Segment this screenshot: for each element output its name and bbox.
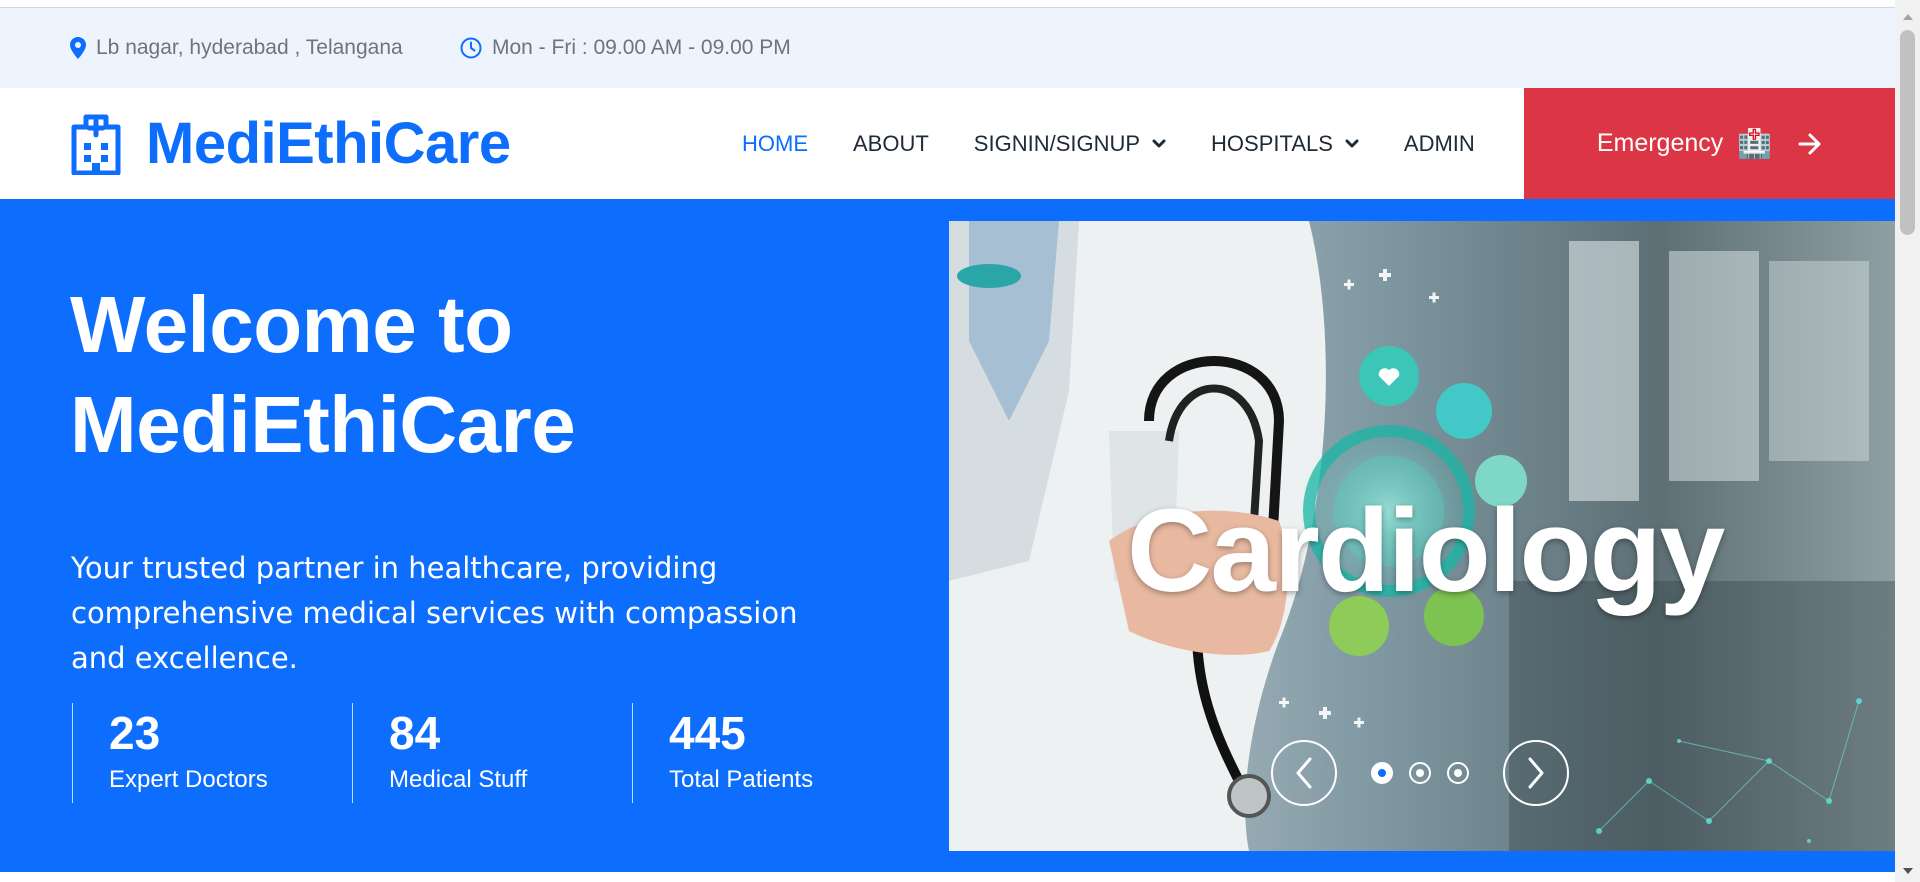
carousel-prev-button[interactable] <box>1271 740 1337 806</box>
nav-item-label: SIGNIN/SIGNUP <box>973 130 1141 156</box>
stat-medical-stuff: 84 Medical Stuff <box>352 703 632 803</box>
nav-item-hospitals[interactable]: HOSPITALS <box>1211 131 1359 157</box>
chevron-down-icon <box>1152 139 1166 147</box>
hero-title-line-1: Welcome to <box>70 280 513 369</box>
stat-value: 23 <box>109 707 161 759</box>
hours-text: Mon - Fri : 09.00 AM - 09.00 PM <box>492 36 791 59</box>
stat-value: 445 <box>669 707 746 759</box>
nav-item-label: ABOUT <box>853 130 929 156</box>
emergency-button[interactable]: Emergency 🏥 <box>1524 88 1895 199</box>
nav-menu: HOME ABOUT SIGNIN/SIGNUP HOSPITALS ADMIN <box>742 88 1520 199</box>
carousel-indicators <box>1371 762 1485 784</box>
chevron-left-icon <box>1296 757 1312 789</box>
page-scrollbar[interactable] <box>1895 0 1920 882</box>
hero-section: Welcome to MediEthiCare Your trusted par… <box>0 199 1895 872</box>
nav-item-label: HOME <box>742 130 808 156</box>
scrollbar-thumb[interactable] <box>1900 30 1915 235</box>
carousel-caption: Cardiology <box>1127 485 1725 617</box>
nav-item-label: ADMIN <box>1403 130 1475 156</box>
stat-value: 84 <box>389 707 441 759</box>
hero-title-line-2: MediEthiCare <box>70 380 576 469</box>
carousel-indicator-2[interactable] <box>1409 762 1431 784</box>
carousel-indicator-1[interactable] <box>1371 762 1393 784</box>
location-pin-icon <box>70 37 86 59</box>
brand-logo-link[interactable]: MediEthiCare <box>70 88 511 199</box>
scroll-up-arrow-icon[interactable] <box>1903 14 1913 20</box>
page-bottom-edge <box>0 872 1895 882</box>
carousel-next-button[interactable] <box>1503 740 1569 806</box>
nav-item-label: HOSPITALS <box>1211 130 1333 156</box>
emergency-label: Emergency <box>1596 129 1724 157</box>
clock-icon <box>460 37 482 59</box>
stats-row: 23 Expert Doctors 84 Medical Stuff 445 T… <box>72 703 912 803</box>
nav-item-home[interactable]: HOME <box>742 131 808 157</box>
stat-label: Total Patients <box>669 766 814 793</box>
browser-top-edge <box>0 0 1895 8</box>
scroll-down-arrow-icon[interactable] <box>1903 868 1913 874</box>
chevron-right-icon <box>1528 757 1544 789</box>
stat-expert-doctors: 23 Expert Doctors <box>72 703 352 803</box>
stat-label: Expert Doctors <box>109 766 268 793</box>
address-info: Lb nagar, hyderabad , Telangana <box>70 8 403 88</box>
nav-item-admin[interactable]: ADMIN <box>1404 131 1475 157</box>
carousel-indicator-3[interactable] <box>1447 762 1469 784</box>
stat-label: Medical Stuff <box>389 766 528 793</box>
hero-carousel: Cardiology <box>949 221 1895 851</box>
hours-info: Mon - Fri : 09.00 AM - 09.00 PM <box>460 8 791 88</box>
hero-title: Welcome to MediEthiCare <box>70 275 576 475</box>
hero-description: Your trusted partner in healthcare, prov… <box>71 551 798 675</box>
top-info-bar: Lb nagar, hyderabad , Telangana Mon - Fr… <box>0 8 1895 88</box>
hospital-emoji-icon: 🏥 <box>1737 128 1773 159</box>
hospital-icon <box>71 114 121 175</box>
nav-item-about[interactable]: ABOUT <box>853 131 929 157</box>
chevron-down-icon <box>1345 139 1359 147</box>
arrow-right-icon <box>1798 133 1821 154</box>
nav-item-signin-signup[interactable]: SIGNIN/SIGNUP <box>974 131 1166 157</box>
address-text: Lb nagar, hyderabad , Telangana <box>96 36 403 59</box>
stat-total-patients: 445 Total Patients <box>632 703 912 803</box>
main-navbar: MediEthiCare HOME ABOUT SIGNIN/SIGNUP HO… <box>0 88 1895 199</box>
brand-name: MediEthiCare <box>146 111 511 176</box>
